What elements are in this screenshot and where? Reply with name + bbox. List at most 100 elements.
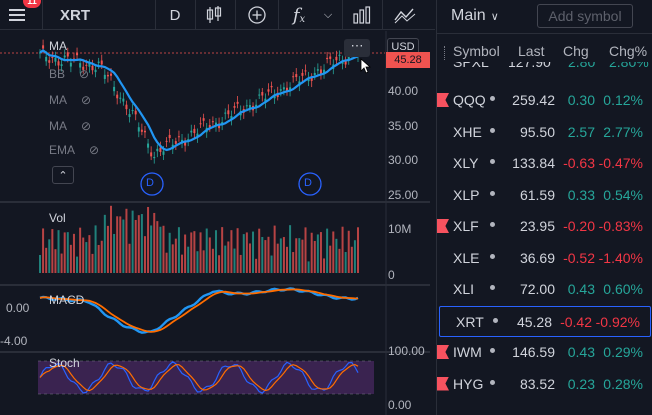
chevron-down-icon[interactable]: ⌵ — [318, 0, 338, 30]
column-chgp[interactable]: Chg% — [609, 43, 647, 59]
row-last: 45.28 — [516, 313, 552, 330]
watchlist-row[interactable]: IWM 146.59 0.43 0.29% — [437, 337, 652, 368]
volume-bar — [255, 258, 258, 273]
notification-badge[interactable]: 11 — [23, 0, 41, 8]
legend-vol[interactable]: Vol — [49, 211, 66, 225]
watchlist-row[interactable]: HYG 83.52 0.23 0.28% — [437, 369, 652, 400]
flag-icon[interactable] — [437, 345, 449, 359]
volume-bar — [76, 256, 79, 273]
eye-off-icon[interactable]: ⊘ — [81, 119, 91, 133]
bar-chart-icon[interactable] — [348, 0, 376, 30]
candle-body — [159, 147, 162, 152]
collapse-legend-button[interactable]: ⌃ — [52, 166, 74, 184]
volume-bar — [279, 238, 282, 273]
candle-body — [76, 52, 79, 56]
volume-bar — [282, 237, 285, 273]
row-chgp: -0.47% — [598, 155, 643, 171]
row-symbol: IWM — [453, 344, 482, 360]
volume-bar — [48, 239, 51, 273]
watchlist-row[interactable]: XHE 95.50 2.57 2.77% — [437, 117, 652, 148]
dividend-label[interactable]: D — [146, 177, 154, 189]
volume-bar — [122, 219, 125, 273]
status-dot-icon — [490, 253, 495, 259]
dividend-label[interactable]: D — [304, 177, 312, 189]
legend-macd[interactable]: MACD — [49, 293, 84, 307]
volume-bar — [140, 214, 143, 273]
eye-off-icon[interactable]: ⊘ — [89, 143, 99, 157]
watchlist-row[interactable]: XLY 133.84 -0.63 -0.47% — [437, 148, 652, 179]
volume-bar — [131, 210, 134, 273]
watchlist-row[interactable]: XLF 23.95 -0.20 -0.83% — [437, 211, 652, 242]
candle-body — [54, 57, 57, 62]
candle-body — [137, 127, 140, 132]
candle-body — [134, 110, 137, 115]
legend-ema[interactable]: EMA ⊘ — [49, 143, 99, 157]
watchlist-row[interactable]: XLE 36.69 -0.52 -1.40% — [437, 243, 652, 274]
legend-ma-2[interactable]: MA ⊘ — [49, 93, 91, 107]
pane-divider[interactable] — [0, 351, 430, 353]
watchlist-row[interactable]: QQQ 259.42 0.30 0.12% — [437, 85, 652, 116]
eye-off-icon[interactable]: ⊘ — [79, 67, 89, 81]
candle-body — [103, 74, 106, 79]
legend-ma-3[interactable]: MA ⊘ — [49, 119, 91, 133]
volume-bar — [125, 208, 128, 273]
flag-icon[interactable] — [437, 376, 449, 391]
column-last[interactable]: Last — [518, 43, 544, 59]
volume-bar — [82, 237, 85, 273]
volume-bar — [119, 216, 122, 273]
row-symbol: XLP — [453, 186, 480, 203]
volume-bar — [236, 228, 239, 273]
legend-ma[interactable]: MA — [49, 39, 67, 53]
volume-bar — [137, 215, 140, 273]
volume-bar — [196, 251, 199, 273]
chart-area[interactable]: MA BB ⊘ MA ⊘ MA ⊘ EMA ⊘ ⌃ D D ⋯ USD 45.28 40… — [0, 31, 430, 415]
volume-bar — [60, 253, 63, 273]
volume-bar — [190, 232, 193, 273]
watchlist-row[interactable]: XRT 45.28 -0.42 -0.92% — [439, 305, 651, 337]
volume-bar — [116, 216, 119, 273]
compare-add-icon[interactable] — [244, 0, 270, 30]
volume-bar — [156, 221, 159, 273]
flag-icon[interactable] — [437, 219, 449, 233]
legend-stoch[interactable]: Stoch — [49, 356, 80, 370]
pane-divider[interactable] — [0, 284, 430, 286]
legend-bb[interactable]: BB ⊘ — [49, 67, 89, 81]
partial-row[interactable]: SPXL 127.90 2.80 2.80% — [437, 62, 652, 72]
watchlist-row[interactable]: XLP 61.59 0.33 0.54% — [437, 180, 652, 211]
candle-body — [233, 106, 236, 108]
drag-handle-icon[interactable] — [444, 46, 446, 60]
candle-body — [279, 89, 282, 91]
list-selector[interactable]: Main ∨ — [451, 7, 499, 25]
volume-bar — [310, 232, 313, 273]
line-tool-icon[interactable] — [390, 0, 420, 30]
volume-bar — [316, 234, 319, 273]
watchlist-row[interactable]: XLI 72.00 0.43 0.60% — [437, 274, 652, 305]
pane-divider[interactable] — [0, 201, 430, 203]
candle-body — [156, 148, 159, 152]
volume-bar — [45, 247, 48, 273]
volume-bar — [54, 249, 57, 273]
row-chgp: 0.60% — [603, 281, 643, 297]
row-chgp: 0.54% — [603, 186, 643, 203]
volume-bar — [307, 261, 310, 273]
add-symbol-input[interactable]: Add symbol — [537, 4, 633, 28]
symbol-search-button[interactable]: XRT — [50, 0, 110, 30]
stoch-tick: 100.00 — [388, 344, 425, 358]
indicators-icon[interactable]: fx — [286, 0, 312, 30]
column-chg[interactable]: Chg — [563, 43, 589, 59]
more-options-button[interactable]: ⋯ — [344, 39, 370, 57]
candles-icon[interactable] — [200, 0, 228, 30]
row-chg: 0.30 — [567, 92, 595, 108]
volume-bar — [153, 212, 156, 273]
candle-body — [224, 112, 227, 114]
column-symbol[interactable]: Symbol — [453, 43, 500, 59]
volume-bar — [165, 252, 168, 273]
candle-body — [270, 85, 273, 88]
volume-bar — [323, 258, 326, 273]
volume-bar — [57, 230, 60, 273]
flag-icon[interactable] — [437, 93, 449, 107]
candle-body — [106, 74, 109, 77]
eye-off-icon[interactable]: ⊘ — [81, 93, 91, 107]
interval-button[interactable]: D — [160, 0, 190, 30]
candle-body — [338, 54, 341, 56]
